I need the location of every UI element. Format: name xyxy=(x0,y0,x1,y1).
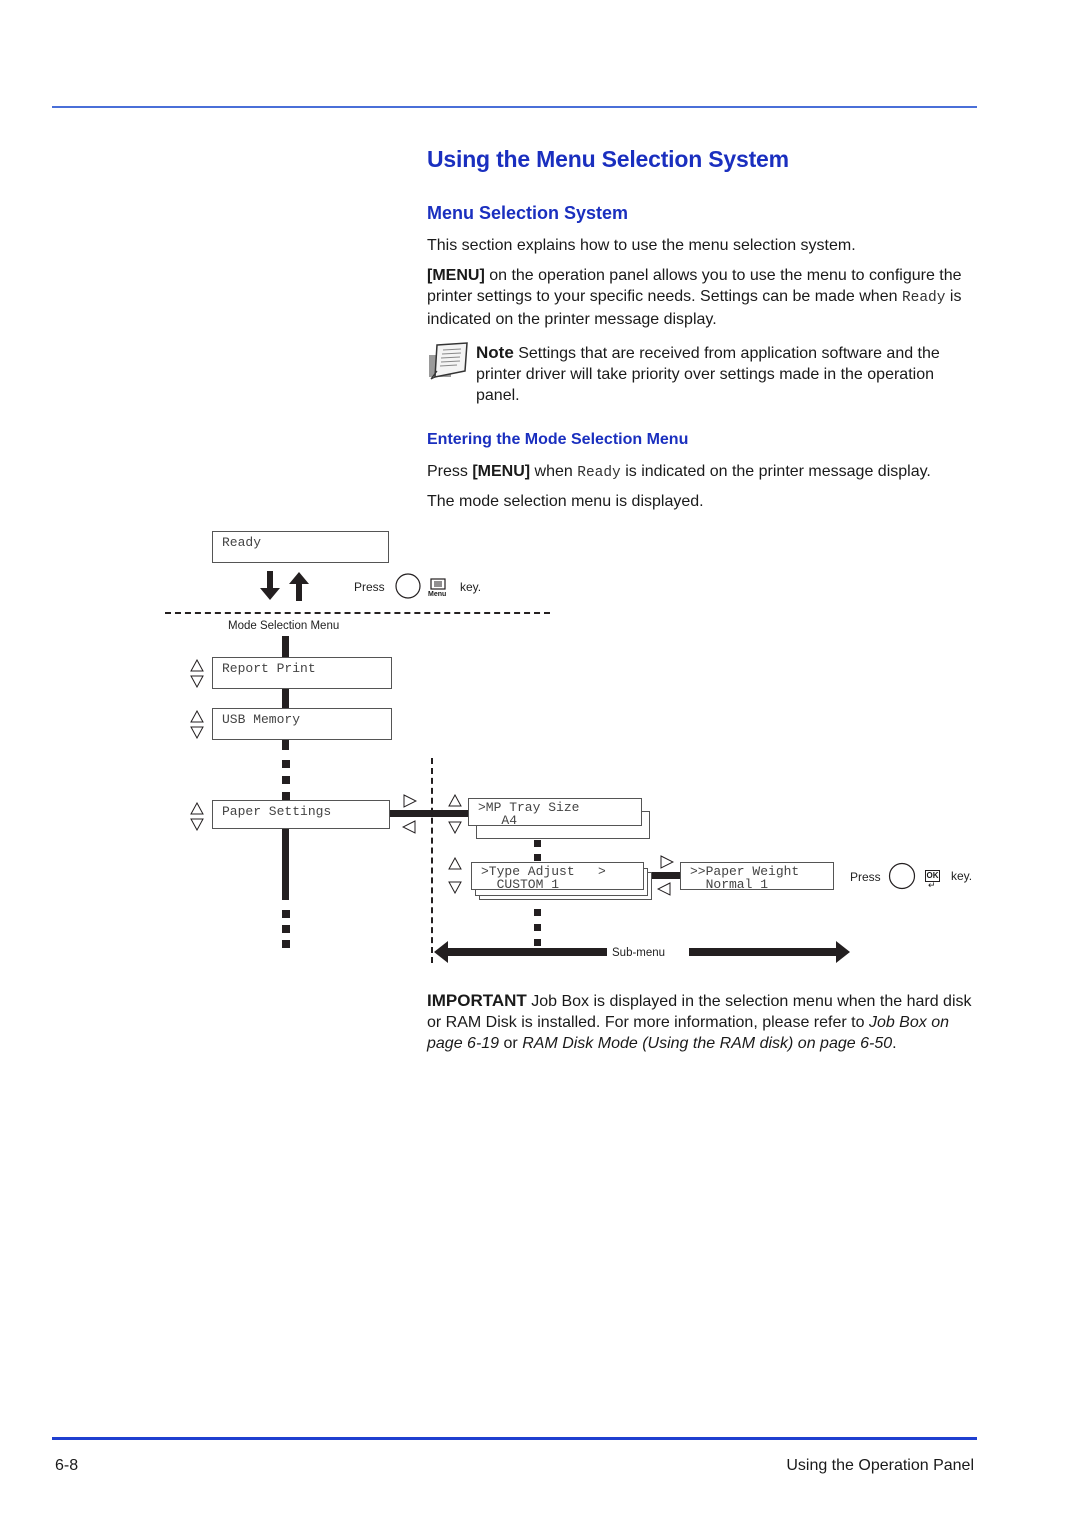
chapter-title: Using the Operation Panel xyxy=(786,1457,974,1474)
press-suffix: is indicated on the printer message disp… xyxy=(620,463,931,480)
page-number: 6-8 xyxy=(55,1457,79,1474)
spine-segment xyxy=(282,636,289,657)
submenu-type-adjust: >Type Adjust > CUSTOM 1 xyxy=(471,862,644,892)
link-ram-disk-mode[interactable]: RAM Disk Mode (Using the RAM disk) on pa… xyxy=(522,1035,892,1052)
menu-key-ref: [MENU] xyxy=(427,267,485,284)
down-triangle-icon[interactable] xyxy=(190,725,204,739)
down-triangle-icon[interactable] xyxy=(190,674,204,688)
right-arrow-icon xyxy=(689,941,850,963)
displayed-paragraph: The mode selection menu is displayed. xyxy=(427,493,704,510)
spine-dot xyxy=(282,910,290,918)
menu-button-circle-icon xyxy=(395,573,421,599)
note-text: Settings that are received from applicat… xyxy=(476,345,940,404)
menu-paragraph: [MENU] on the operation panel allows you… xyxy=(427,265,987,330)
section-title: Menu Selection System xyxy=(427,203,629,223)
ready-display: Ready xyxy=(212,531,389,563)
left-triangle-icon[interactable] xyxy=(402,820,416,834)
press-menu-paragraph: Press [MENU] when Ready is indicated on … xyxy=(427,461,1027,484)
ok-button-circle-icon xyxy=(888,862,916,890)
important-text-end: . xyxy=(892,1035,897,1052)
down-triangle-icon[interactable] xyxy=(190,817,204,831)
mode-selection-label: Mode Selection Menu xyxy=(228,620,340,632)
header-rule xyxy=(52,106,977,108)
submenu-mp-tray-size: >MP Tray Size A4 xyxy=(468,798,642,828)
intro-paragraph: This section explains how to use the men… xyxy=(427,237,856,254)
spine-dot xyxy=(282,792,290,800)
sub-submenu-connector xyxy=(652,872,680,879)
menu-paragraph-text: on the operation panel allows you to use… xyxy=(427,267,962,305)
spine-segment xyxy=(282,688,289,709)
subsection-title: Entering the Mode Selection Menu xyxy=(427,431,689,448)
submenu-label: Sub-menu xyxy=(612,947,666,959)
footer-rule xyxy=(52,1437,977,1440)
note-label: Note xyxy=(476,343,514,362)
submenu-connector xyxy=(390,810,469,817)
up-triangle-icon[interactable] xyxy=(190,802,204,816)
down-up-arrows-icon xyxy=(260,571,309,601)
up-triangle-icon[interactable] xyxy=(448,857,462,871)
spine-dot xyxy=(282,940,290,948)
paper-weight-value: Normal 1 xyxy=(690,877,769,892)
note-paper-icon xyxy=(429,342,468,380)
ready-code: Ready xyxy=(577,465,621,481)
spine-dot xyxy=(282,776,290,784)
menu-item-paper-settings: Paper Settings xyxy=(212,800,390,829)
up-triangle-icon[interactable] xyxy=(190,659,204,673)
press-label: Press xyxy=(850,870,881,884)
page-title: Using the Menu Selection System xyxy=(427,146,789,172)
spine-dot xyxy=(282,760,290,768)
press-label: Press xyxy=(354,580,385,594)
submenu-dot xyxy=(534,840,541,847)
menu-item-usb-memory: USB Memory xyxy=(212,708,392,740)
key-label: key. xyxy=(460,580,482,594)
ready-code: Ready xyxy=(901,290,946,306)
menu-key-icon xyxy=(430,578,446,590)
submenu-paper-weight: >>Paper Weight Normal 1 xyxy=(680,862,834,892)
menu-item-report-print: Report Print xyxy=(212,657,392,689)
spine-segment xyxy=(282,829,289,900)
right-triangle-icon[interactable] xyxy=(403,794,417,808)
press-mid: when xyxy=(530,463,578,480)
spine-dot xyxy=(282,925,290,933)
mp-tray-size-value: A4 xyxy=(478,813,518,828)
submenu-dot xyxy=(534,924,541,931)
left-triangle-icon[interactable] xyxy=(657,882,671,896)
down-triangle-icon[interactable] xyxy=(448,880,462,894)
type-adjust-value: CUSTOM 1 xyxy=(481,877,560,892)
menu-key-caption: Menu xyxy=(428,591,447,598)
submenu-dot xyxy=(534,909,541,916)
right-triangle-icon[interactable] xyxy=(660,855,674,869)
up-triangle-icon[interactable] xyxy=(448,794,462,808)
enter-symbol-icon: ↵ xyxy=(928,880,936,890)
down-triangle-icon[interactable] xyxy=(448,820,462,834)
important-label: IMPORTANT xyxy=(427,991,527,1010)
submenu-dot xyxy=(534,854,541,861)
menu-key-ref: [MENU] xyxy=(472,463,531,480)
spine-segment xyxy=(282,740,289,750)
dashed-vertical-divider xyxy=(431,758,433,963)
key-label: key. xyxy=(951,869,973,883)
important-text-or: or xyxy=(499,1035,523,1052)
note-block: Note Settings that are received from app… xyxy=(476,342,976,406)
dashed-separator xyxy=(165,612,550,614)
left-arrow-icon xyxy=(434,941,607,963)
up-triangle-icon[interactable] xyxy=(190,710,204,724)
important-paragraph: IMPORTANT Job Box is displayed in the se… xyxy=(427,990,987,1054)
press-prefix: Press xyxy=(427,463,473,480)
